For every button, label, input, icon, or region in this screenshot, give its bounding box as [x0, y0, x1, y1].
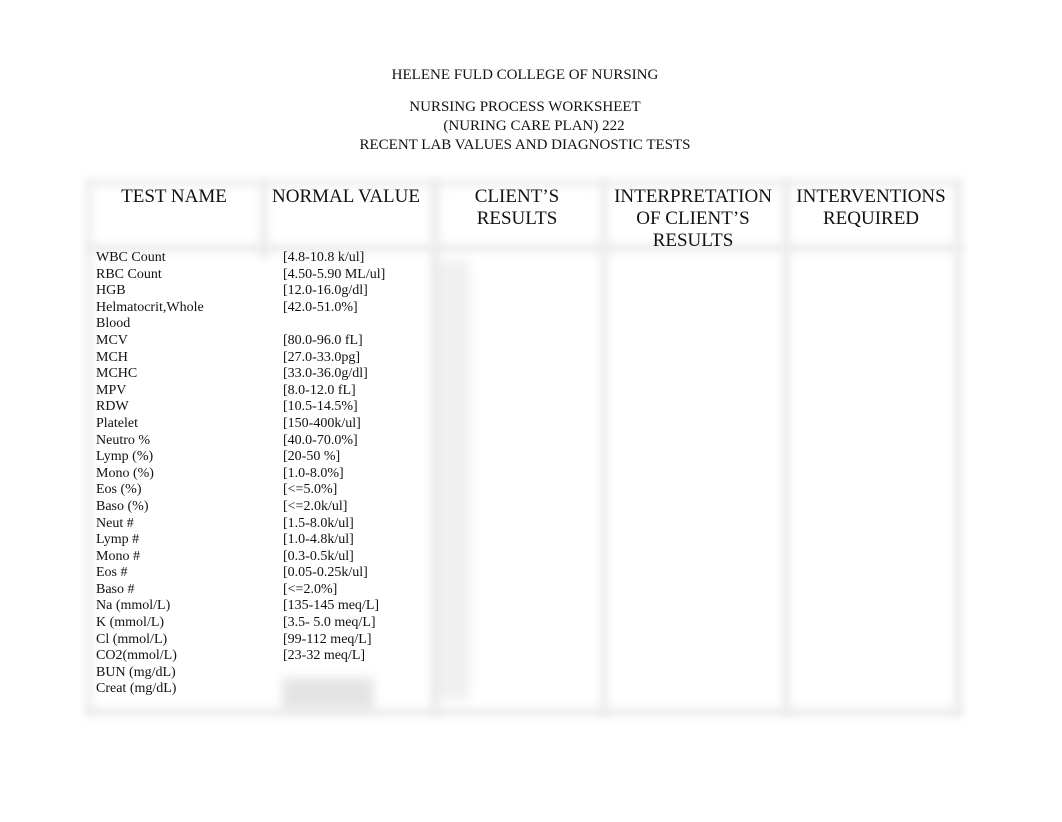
- table-row: Lymp (%) [20-50 %]: [96, 449, 456, 466]
- normal-value-cell: [4.8-10.8 k/ul]: [283, 250, 365, 265]
- table-row: MCHC [33.0-36.0g/dl]: [96, 366, 456, 383]
- test-name-cell: Baso (%): [96, 498, 149, 514]
- column-header-clients-results: CLIENT’S RESULTS: [474, 186, 560, 229]
- test-name-cell: Eos #: [96, 565, 128, 581]
- section-title: RECENT LAB VALUES AND DIAGNOSTIC TESTS: [359, 137, 691, 153]
- test-name-cell: Lymp (%): [96, 449, 154, 465]
- table-row: Blood: [96, 316, 456, 333]
- table-row: WBC Count [4.8-10.8 k/ul]: [96, 250, 456, 267]
- test-name-cell: RBC Count: [96, 266, 162, 282]
- normal-value-cell: [80.0-96.0 fL]: [283, 332, 363, 348]
- test-name-cell: Blood: [96, 316, 131, 332]
- table-row: Platelet [150-400k/ul]: [96, 416, 456, 433]
- test-name-cell: HGB: [96, 283, 126, 299]
- normal-value-cell: [40.0-70.0%]: [283, 432, 358, 448]
- normal-value-cell: [10.5-14.5%]: [283, 399, 358, 415]
- normal-value-cell: [3.5- 5.0 meq/L]: [283, 615, 376, 631]
- table-row: Eos (%) [<=5.0%]: [96, 482, 456, 499]
- test-name-cell: Cl (mmol/L): [96, 631, 168, 647]
- test-name-cell: Neut #: [96, 515, 134, 531]
- table-row: MPV [8.0-12.0 fL]: [96, 383, 456, 400]
- test-name-cell: Baso #: [96, 581, 135, 597]
- table-row: Neut # [1.5-8.0k/ul]: [96, 516, 456, 533]
- normal-value-cell: [<=5.0%]: [283, 482, 338, 498]
- test-name-cell: Platelet: [96, 415, 138, 431]
- test-name-cell: BUN (mg/dL): [96, 664, 176, 680]
- worksheet-title: NURSING PROCESS WORKSHEET: [409, 99, 641, 115]
- normal-value-cell: [1.5-8.0k/ul]: [283, 515, 354, 531]
- normal-value-cell: [1.0-4.8k/ul]: [283, 532, 354, 548]
- column-divider-4: [782, 180, 790, 716]
- column-header-interventions: INTERVENTIONS REQUIRED: [796, 186, 946, 229]
- table-row: MCH [27.0-33.0pg]: [96, 350, 456, 367]
- column-divider-3: [600, 180, 608, 716]
- table-row: Helmatocrit,Whole [42.0-51.0%]: [96, 300, 456, 317]
- table-border-right: [954, 180, 962, 716]
- test-name-cell: MCV: [96, 332, 128, 348]
- normal-value-cell: [33.0-36.0g/dl]: [283, 366, 368, 382]
- table-row: Neutro % [40.0-70.0%]: [96, 433, 456, 450]
- normal-value-cell: [150-400k/ul]: [283, 415, 361, 431]
- column-header-test-name: TEST NAME: [121, 186, 227, 207]
- institution-name: HELENE FULD COLLEGE OF NURSING: [391, 67, 659, 83]
- table-row: MCV [80.0-96.0 fL]: [96, 333, 456, 350]
- normal-value-cell: [0.05-0.25k/ul]: [283, 565, 368, 581]
- table-row: Creat (mg/dL): [96, 681, 456, 698]
- table-row: BUN (mg/dL): [96, 665, 456, 682]
- table-border-left: [86, 180, 92, 716]
- test-name-cell: WBC Count: [96, 250, 166, 265]
- normal-value-cell: [23-32 meq/L]: [283, 648, 366, 664]
- table-row: Baso (%) [<=2.0k/ul]: [96, 499, 456, 516]
- test-name-cell: Helmatocrit,Whole: [96, 299, 204, 315]
- test-name-cell: Mono #: [96, 548, 140, 564]
- normal-value-cell: [4.50-5.90 ML/ul]: [283, 266, 386, 282]
- test-name-cell: MCH: [96, 349, 128, 365]
- test-name-cell: Neutro %: [96, 432, 151, 448]
- test-name-cell: MCHC: [96, 366, 138, 382]
- test-name-cell: RDW: [96, 399, 129, 415]
- normal-value-cell: [27.0-33.0pg]: [283, 349, 360, 365]
- table-border-bottom: [86, 708, 962, 716]
- test-name-cell: Lymp #: [96, 532, 140, 548]
- normal-value-cell: [20-50 %]: [283, 449, 341, 465]
- normal-value-cell: [42.0-51.0%]: [283, 299, 358, 315]
- column-header-interpretation: INTERPRETATION OF CLIENT’S RESULTS: [614, 186, 772, 251]
- test-name-cell: CO2(mmol/L): [96, 648, 177, 664]
- test-name-cell: Mono (%): [96, 465, 154, 481]
- normal-value-cell: [8.0-12.0 fL]: [283, 382, 356, 398]
- lab-values-table: TEST NAME NORMAL VALUE CLIENT’S RESULTS …: [86, 180, 962, 716]
- table-row: Mono (%) [1.0-8.0%]: [96, 466, 456, 483]
- normal-value-cell: [0.3-0.5k/ul]: [283, 548, 354, 564]
- normal-value-cell: [135-145 meq/L]: [283, 598, 380, 614]
- test-name-cell: Na (mmol/L): [96, 598, 171, 614]
- table-row: CO2(mmol/L) [23-32 meq/L]: [96, 648, 456, 665]
- table-row: Na (mmol/L) [135-145 meq/L]: [96, 598, 456, 615]
- normal-value-cell: [<=2.0k/ul]: [283, 498, 348, 514]
- test-name-cell: K (mmol/L): [96, 615, 165, 631]
- normal-value-cell: [1.0-8.0%]: [283, 465, 344, 481]
- test-name-cell: MPV: [96, 382, 127, 398]
- normal-value-cell: [12.0-16.0g/dl]: [283, 283, 368, 299]
- table-row: Lymp # [1.0-4.8k/ul]: [96, 532, 456, 549]
- document-header: HELENE FULD COLLEGE OF NURSING NURSING P…: [0, 66, 1050, 155]
- table-row: Eos # [0.05-0.25k/ul]: [96, 565, 456, 582]
- table-row: Mono # [0.3-0.5k/ul]: [96, 549, 456, 566]
- normal-value-cell: [<=2.0%]: [283, 581, 338, 597]
- normal-value-cell: [99-112 meq/L]: [283, 631, 372, 647]
- column-header-normal-value: NORMAL VALUE: [272, 186, 420, 207]
- table-row: K (mmol/L) [3.5- 5.0 meq/L]: [96, 615, 456, 632]
- care-plan-title: (NURING CARE PLAN) 222: [443, 118, 625, 134]
- table-row: RDW [10.5-14.5%]: [96, 399, 456, 416]
- table-row: HGB [12.0-16.0g/dl]: [96, 283, 456, 300]
- test-name-cell: Creat (mg/dL): [96, 681, 177, 697]
- lab-rows: WBC Count [4.8-10.8 k/ul] RBC Count [4.50-5…: [96, 250, 456, 698]
- test-name-cell: Eos (%): [96, 482, 142, 498]
- table-row: Cl (mmol/L) [99-112 meq/L]: [96, 632, 456, 649]
- table-row: Baso # [<=2.0%]: [96, 582, 456, 599]
- table-row: RBC Count [4.50-5.90 ML/ul]: [96, 267, 456, 284]
